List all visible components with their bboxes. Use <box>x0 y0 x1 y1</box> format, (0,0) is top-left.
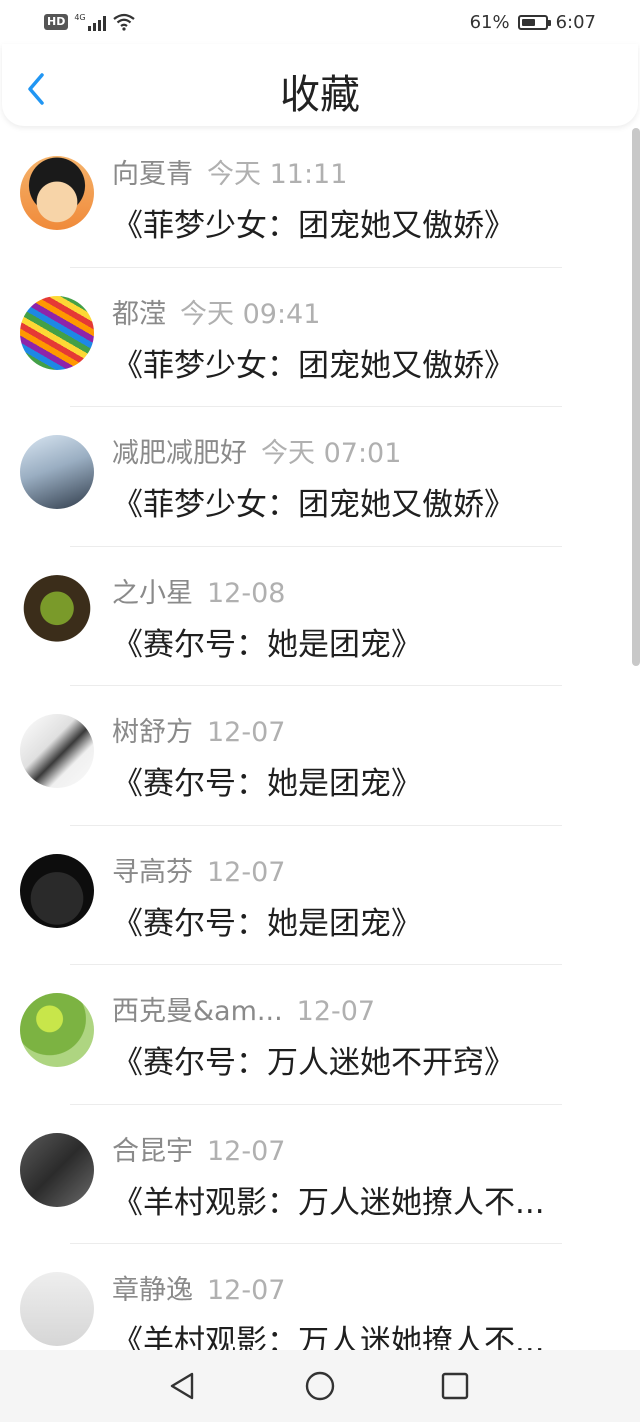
book-title[interactable]: 《赛尔号：她是团宠》 <box>112 758 422 803</box>
status-right: 61% 6:07 <box>470 10 596 34</box>
app-header: 收藏 <box>2 44 638 126</box>
timestamp: 12-07 <box>207 717 286 748</box>
item-header: 之小星 12-08 <box>112 571 285 610</box>
timestamp: 12-08 <box>207 577 286 609</box>
list-item[interactable]: 向夏青 今天 11:11 《菲梦少女：团宠她又傲娇》 <box>0 128 632 268</box>
scrollbar[interactable] <box>632 128 640 666</box>
timestamp: 今天 11:11 <box>207 159 348 190</box>
user-name: 合昆宇 <box>112 1135 193 1167</box>
item-header: 西克曼&am... 12-07 <box>112 989 375 1028</box>
avatar[interactable] <box>20 1272 94 1346</box>
timestamp: 12-07 <box>207 1135 286 1167</box>
item-header: 树舒方 12-07 <box>112 710 285 749</box>
avatar[interactable] <box>20 156 94 230</box>
item-header: 减肥减肥好 今天 07:01 <box>112 431 401 470</box>
timestamp: 今天 09:41 <box>180 298 321 330</box>
avatar[interactable] <box>20 435 94 509</box>
book-title[interactable]: 《赛尔号：万人迷她不开窍》 <box>112 1037 515 1082</box>
status-left: HD 4G <box>44 10 136 34</box>
avatar[interactable] <box>20 574 94 649</box>
user-name: 西克曼&am... <box>112 996 283 1027</box>
book-title[interactable]: 《羊村观影：万人迷她撩人不... <box>112 1177 545 1222</box>
home-circle-icon[interactable] <box>302 1368 338 1404</box>
user-name: 减肥减肥好 <box>112 438 247 469</box>
list-item[interactable]: 都滢 今天 09:41 《菲梦少女：团宠她又傲娇》 <box>0 268 632 407</box>
item-header: 都滢 今天 09:41 <box>112 292 320 331</box>
clock: 6:07 <box>555 11 596 33</box>
wifi-icon <box>112 13 135 31</box>
user-name: 章静逸 <box>112 1275 193 1306</box>
status-bar: HD 4G 61% 6:07 <box>0 0 640 44</box>
list-item[interactable]: 寻高芬 12-07 《赛尔号：她是团宠》 <box>0 826 632 965</box>
avatar[interactable] <box>20 714 94 788</box>
item-header: 向夏青 今天 11:11 <box>112 152 347 191</box>
avatar[interactable] <box>20 1132 94 1207</box>
recents-square-icon[interactable] <box>437 1368 473 1404</box>
system-nav-bar <box>0 1350 640 1422</box>
avatar[interactable] <box>20 853 94 928</box>
network-label: 4G <box>74 13 86 22</box>
list-item[interactable]: 合昆宇 12-07 《羊村观影：万人迷她撩人不... <box>0 1105 632 1244</box>
book-title[interactable]: 《菲梦少女：团宠她又傲娇》 <box>112 200 515 245</box>
signal-icon: 4G <box>74 13 106 31</box>
book-title[interactable]: 《赛尔号：她是团宠》 <box>112 898 422 943</box>
user-name: 树舒方 <box>112 717 193 748</box>
book-title[interactable]: 《菲梦少女：团宠她又傲娇》 <box>112 479 515 524</box>
timestamp: 今天 07:01 <box>261 438 402 469</box>
timestamp: 12-07 <box>207 856 286 888</box>
item-header: 合昆宇 12-07 <box>112 1129 285 1168</box>
timestamp: 12-07 <box>296 996 376 1027</box>
item-header: 章静逸 12-07 <box>112 1268 285 1307</box>
list-item[interactable]: 减肥减肥好 今天 07:01 《菲梦少女：团宠她又傲娇》 <box>0 407 632 547</box>
user-name: 之小星 <box>112 577 193 609</box>
book-title[interactable]: 《羊村观影：万人迷她撩人不... <box>112 1316 545 1350</box>
page-title: 收藏 <box>280 72 360 118</box>
battery-percent: 61% <box>469 11 510 33</box>
list-item[interactable]: 章静逸 12-07 《羊村观影：万人迷她撩人不... <box>0 1244 632 1350</box>
timestamp: 12-07 <box>207 1275 286 1306</box>
hd-badge: HD <box>44 14 69 30</box>
book-title[interactable]: 《菲梦少女：团宠她又傲娇》 <box>112 340 515 385</box>
user-name: 向夏青 <box>112 159 193 190</box>
item-header: 寻高芬 12-07 <box>112 850 285 889</box>
avatar[interactable] <box>20 295 94 370</box>
favorites-list[interactable]: 向夏青 今天 11:11 《菲梦少女：团宠她又傲娇》 都滢 今天 09:41 《菲梦少女：… <box>0 128 632 1350</box>
user-name: 寻高芬 <box>112 856 193 888</box>
battery-icon <box>517 14 551 30</box>
list-item[interactable]: 之小星 12-08 《赛尔号：她是团宠》 <box>0 547 632 686</box>
book-title[interactable]: 《赛尔号：她是团宠》 <box>112 619 422 664</box>
avatar[interactable] <box>20 993 94 1067</box>
back-triangle-icon[interactable] <box>165 1368 201 1404</box>
list-item[interactable]: 树舒方 12-07 《赛尔号：她是团宠》 <box>0 686 632 826</box>
list-item[interactable]: 西克曼&am... 12-07 《赛尔号：万人迷她不开窍》 <box>0 965 632 1105</box>
user-name: 都滢 <box>112 298 166 330</box>
